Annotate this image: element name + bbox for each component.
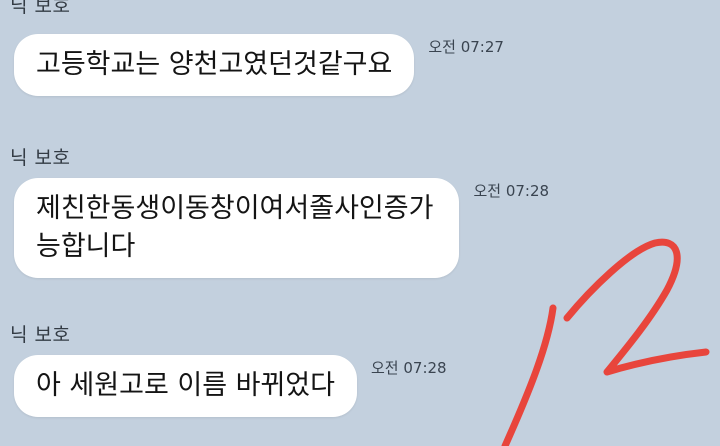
sender-name: 닉 보호 [10, 0, 71, 17]
message-text-line: 능합니다 [36, 231, 136, 262]
sender-name: 닉 보호 [10, 147, 71, 169]
message-row: 아 세원고로 이름 바뀌었다 오전 07:28 [14, 355, 447, 417]
message-bubble[interactable]: 고등학교는 양천고였던것같구요 [14, 34, 415, 96]
message-bubble[interactable]: 제친한동생이동창이여서졸사인증가 능합니다 [14, 178, 460, 278]
message-text-line: 제친한동생이동창이여서졸사인증가 [36, 193, 434, 224]
message-row: 고등학교는 양천고였던것같구요 오전 07:27 [14, 34, 504, 96]
message-bubble[interactable]: 아 세원고로 이름 바뀌었다 [14, 355, 357, 417]
message-time: 오전 07:28 [473, 182, 550, 200]
message-row: 제친한동생이동창이여서졸사인증가 능합니다 오전 07:28 [14, 178, 549, 278]
message-time: 오전 07:27 [428, 38, 504, 56]
sender-name: 닉 보호 [10, 324, 71, 346]
chat-area: 닉 보호 고등학교는 양천고였던것같구요 오전 07:27 닉 보호 제친한동생… [0, 0, 720, 446]
message-time: 오전 07:28 [371, 359, 447, 377]
